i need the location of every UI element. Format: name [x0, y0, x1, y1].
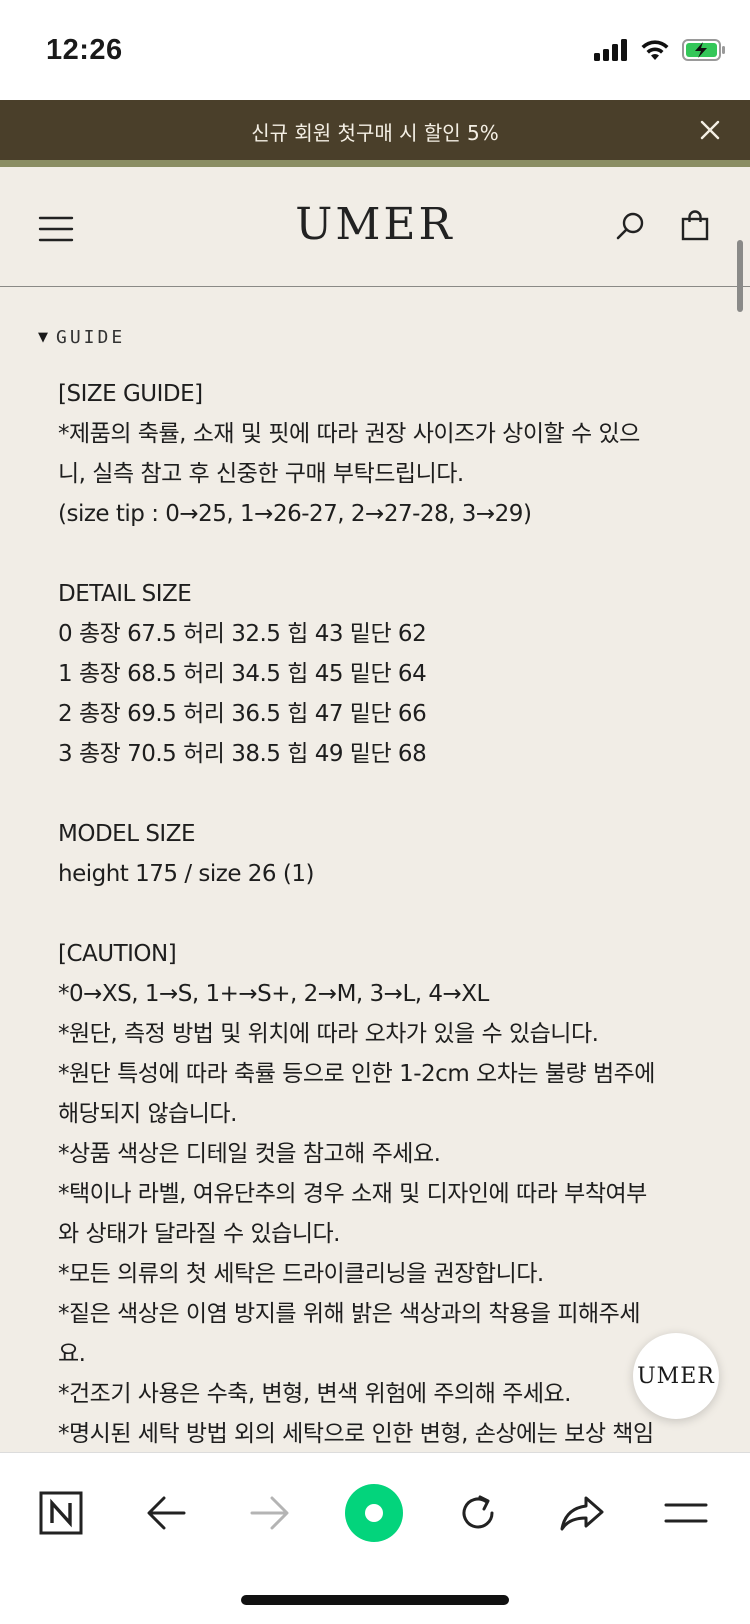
caution-line: *0→XS, 1→S, 1+→S+, 2→M, 3→L, 4→XL — [58, 981, 489, 1007]
battery-charging-icon — [682, 39, 725, 61]
size-tip: (size tip : 0→25, 1→26-27, 2→27-28, 3→29… — [58, 501, 532, 527]
detail-size-row: 2 총장 69.5 허리 36.5 힙 47 밑단 66 — [58, 701, 427, 727]
naver-n-icon — [39, 1491, 83, 1535]
caret-down-icon: ▼ — [38, 330, 48, 345]
green-dot-button[interactable] — [344, 1483, 404, 1543]
forward-button[interactable] — [240, 1483, 300, 1543]
status-icons — [594, 38, 726, 62]
wifi-icon — [641, 40, 669, 60]
caution-line: 와 상태가 달라질 수 있습니다. — [58, 1221, 340, 1247]
refresh-button[interactable] — [448, 1483, 508, 1543]
naver-home-button[interactable] — [31, 1483, 91, 1543]
caution-line: *택이나 라벨, 여유단추의 경우 소재 및 디자인에 따라 부착여부 — [58, 1181, 647, 1207]
share-icon — [560, 1496, 604, 1531]
status-bar: 12:26 — [0, 0, 750, 100]
size-guide-title: [SIZE GUIDE] — [58, 381, 203, 407]
size-guide-note: *제품의 축률, 소재 및 핏에 따라 권장 사이즈가 상이할 수 있으 — [58, 421, 640, 447]
status-time: 12:26 — [46, 34, 123, 66]
green-dot-icon — [345, 1484, 403, 1542]
refresh-icon — [462, 1495, 494, 1529]
caution-line: *건조기 사용은 수축, 변형, 변색 위험에 주의해 주세요. — [58, 1381, 571, 1407]
home-indicator — [241, 1595, 509, 1605]
caution-line: *원단 특성에 따라 축률 등으로 인한 1-2cm 오차는 불량 범주에 — [58, 1061, 655, 1087]
arrow-right-icon — [250, 1496, 289, 1530]
browser-menu-button[interactable] — [656, 1483, 716, 1543]
menu-icon — [664, 1503, 708, 1523]
guide-toggle[interactable]: ▼ GUIDE — [38, 327, 125, 348]
shopping-bag-icon[interactable] — [680, 209, 710, 241]
caution-line: *명시된 세탁 방법 외의 세탁으로 인한 변형, 손상에는 보상 책임 — [58, 1421, 654, 1447]
caution-line: *상품 색상은 디테일 컷을 참고해 주세요. — [58, 1141, 441, 1167]
caution-line: *원단, 측정 방법 및 위치에 따라 오차가 있을 수 있습니다. — [58, 1021, 599, 1047]
scroll-indicator[interactable] — [737, 240, 743, 312]
size-guide-note: 니, 실측 참고 후 신중한 구매 부탁드립니다. — [58, 461, 464, 487]
umer-floating-button[interactable]: UMER — [633, 1333, 719, 1419]
arrow-left-icon — [147, 1496, 186, 1530]
caution-line: *짙은 색상은 이염 방지를 위해 밝은 색상과의 착용을 피해주세 — [58, 1301, 641, 1327]
model-size-info: height 175 / size 26 (1) — [58, 861, 314, 887]
detail-size-row: 0 총장 67.5 허리 32.5 힙 43 밑단 62 — [58, 621, 427, 647]
back-button[interactable] — [136, 1483, 196, 1543]
cellular-signal-icon — [594, 39, 627, 61]
share-button[interactable] — [552, 1483, 612, 1543]
close-icon[interactable] — [696, 116, 724, 144]
promo-text: 신규 회원 첫구매 시 할인 5% — [251, 121, 499, 145]
guide-content: [SIZE GUIDE] *제품의 축률, 소재 및 핏에 따라 권장 사이즈가… — [58, 374, 698, 1454]
caution-line: *모든 의류의 첫 세탁은 드라이클리닝을 권장합니다. — [58, 1261, 544, 1287]
promo-banner: 신규 회원 첫구매 시 할인 5% — [0, 100, 750, 167]
detail-size-row: 3 총장 70.5 허리 38.5 힙 49 밑단 68 — [58, 741, 427, 767]
detail-size-title: DETAIL SIZE — [58, 581, 192, 607]
site-header: UMER — [0, 167, 750, 287]
caution-line: 해당되지 않습니다. — [58, 1101, 237, 1127]
detail-size-row: 1 총장 68.5 허리 34.5 힙 45 밑단 64 — [58, 661, 427, 687]
caution-line: 요. — [58, 1341, 86, 1367]
guide-label: GUIDE — [56, 327, 126, 348]
model-size-title: MODEL SIZE — [58, 821, 196, 847]
search-icon[interactable] — [615, 211, 645, 241]
caution-title: [CAUTION] — [58, 941, 177, 967]
